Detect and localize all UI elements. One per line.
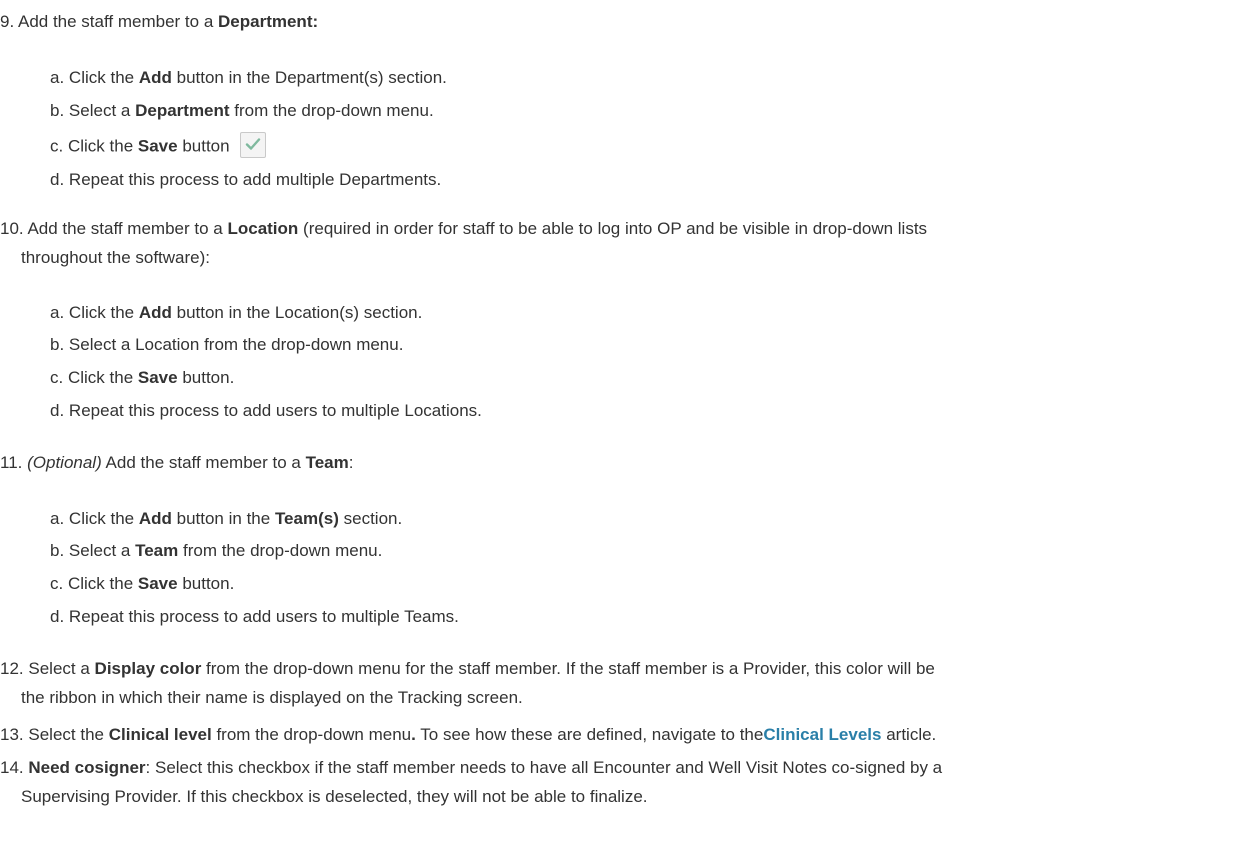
step-11: 11. (Optional) Add the staff member to a… [0,453,354,472]
step-13: 13. Select the Clinical level from the d… [0,725,937,744]
step-14: 14. Need cosigner: Select this checkbox … [0,758,943,807]
step-number: 11. [0,453,23,472]
step-10d: d. Repeat this process to add users to m… [50,401,482,420]
step-11c: c. Click the Save button. [50,574,235,593]
step-10b: b. Select a Location from the drop-down … [50,335,404,354]
step-10: 10. Add the staff member to a Location (… [0,219,928,268]
step-number: 14. [0,758,24,777]
step-10a: a. Click the Add button in the Location(… [50,303,423,322]
step-9d: d. Repeat this process to add multiple D… [50,170,442,189]
step-11a: a. Click the Add button in the Team(s) s… [50,509,403,528]
clinical-levels-link[interactable]: Clinical Levels [763,725,881,744]
step-11b: b. Select a Team from the drop-down menu… [50,541,383,560]
step-number: 12. [0,659,24,678]
step-11d: d. Repeat this process to add users to m… [50,607,459,626]
step-12: 12. Select a Display color from the drop… [0,659,935,708]
step-9c: c. Click the Save button [50,132,267,160]
step-number: 10. [0,219,24,238]
step-number: 13. [0,725,24,744]
step-9b: b. Select a Department from the drop-dow… [50,101,434,120]
step-9a: a. Click the Add button in the Departmen… [50,68,447,87]
step-10c: c. Click the Save button. [50,368,235,387]
checkmark-icon [246,138,261,150]
step-9: 9. Add the staff member to a Department: [0,12,319,31]
step-number: 9. [0,12,15,31]
save-checkmark-icon [240,132,267,158]
